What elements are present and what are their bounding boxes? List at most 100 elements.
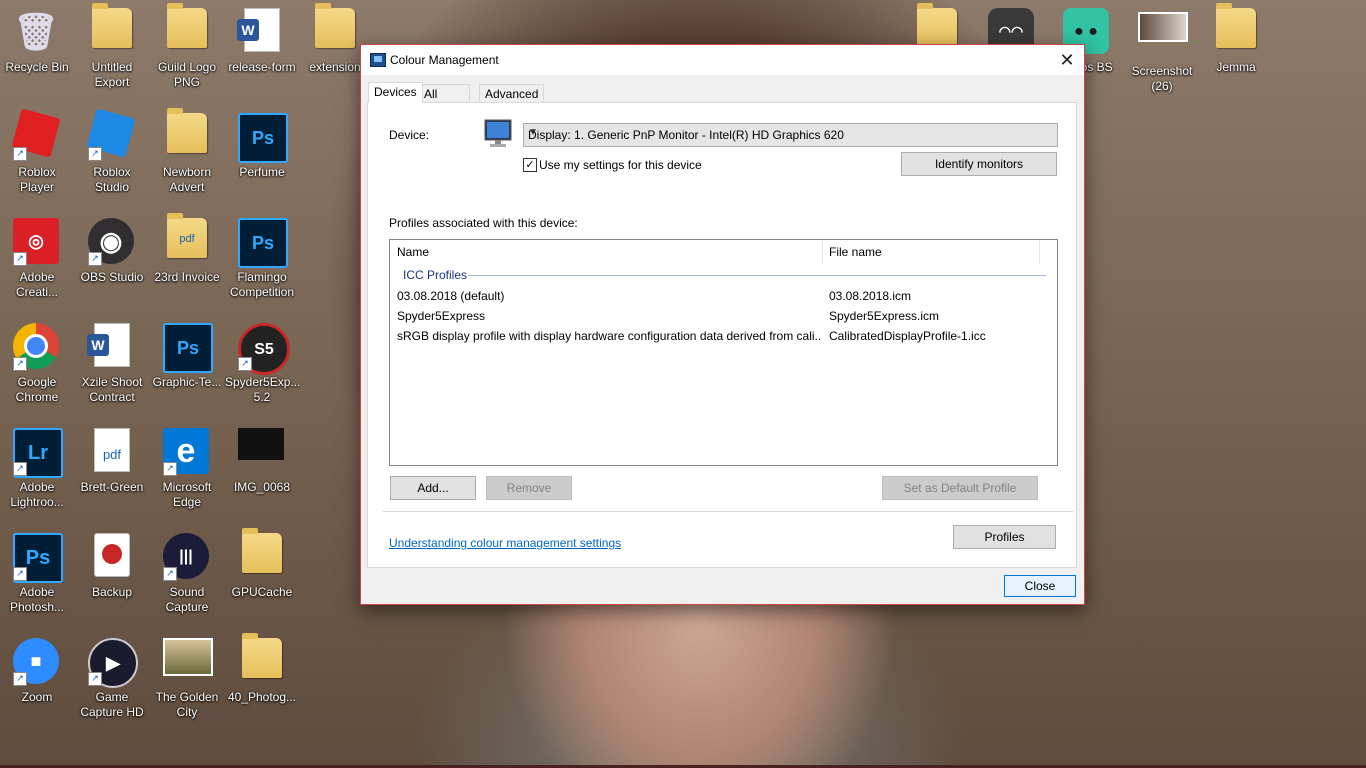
- profiles-associated-label: Profiles associated with this device:: [389, 216, 578, 230]
- roblox-icon: ↗: [11, 108, 61, 161]
- table-row[interactable]: sRGB display profile with display hardwa…: [390, 326, 1055, 346]
- desktop-icon-photoshop[interactable]: Ps ↗ Adobe Photosh...: [0, 525, 74, 615]
- column-header-name[interactable]: Name: [397, 240, 429, 264]
- monitor-icon: [484, 119, 512, 149]
- tab-devices[interactable]: Devices: [368, 82, 423, 103]
- device-select[interactable]: Display: 1. Generic PnP Monitor - Intel(…: [523, 123, 1058, 147]
- window-title: Colour Management: [390, 53, 499, 67]
- desktop-icon-flamingo[interactable]: Ps Flamingo Competition: [225, 210, 299, 300]
- desktop-icon-roblox-studio[interactable]: ↗ Roblox Studio: [75, 105, 149, 195]
- desktop-icon-zoom[interactable]: ■ ↗ Zoom: [0, 630, 74, 705]
- word-doc-icon: W: [87, 323, 136, 371]
- psd-icon: Ps: [163, 323, 213, 373]
- profile-name: Spyder5Express: [397, 309, 486, 323]
- folder-icon: [88, 3, 136, 56]
- desktop-icon-recycle-bin[interactable]: 🗑 Recycle Bin: [0, 0, 74, 75]
- photoshop-icon: Ps ↗: [13, 533, 63, 583]
- identify-monitors-button[interactable]: Identify monitors: [901, 152, 1057, 176]
- group-divider: [468, 275, 1046, 276]
- use-settings-label[interactable]: Use my settings for this device: [539, 158, 702, 172]
- close-icon[interactable]: ✕: [1056, 49, 1078, 71]
- folder-icon: [163, 108, 211, 161]
- profile-file: CalibratedDisplayProfile-1.icc: [829, 329, 986, 343]
- group-header-icc-profiles[interactable]: ICC Profiles: [403, 268, 467, 282]
- edge-icon: e ↗: [163, 428, 211, 476]
- desktop-icon-img-0068[interactable]: IMG_0068: [225, 420, 299, 495]
- remove-button[interactable]: Remove: [486, 476, 572, 500]
- table-row[interactable]: 03.08.2018 (default) 03.08.2018.icm: [390, 286, 1055, 306]
- desktop-icon-golden-city[interactable]: The Golden City: [150, 630, 224, 720]
- obs-icon: ◉ ↗: [88, 218, 136, 266]
- sound-capture-icon: ||| ↗: [163, 533, 211, 581]
- desktop-icon-perfume[interactable]: Ps Perfume: [225, 105, 299, 180]
- devices-panel: Device: Display: 1. Generic PnP Monitor …: [367, 102, 1077, 568]
- set-default-profile-button[interactable]: Set as Default Profile: [882, 476, 1038, 500]
- profiles-list[interactable]: Name File name ICC Profiles 03.08.2018 (…: [389, 239, 1058, 466]
- folder-icon: [311, 3, 359, 56]
- desktop-icon-guild-logo[interactable]: Guild Logo PNG: [150, 0, 224, 90]
- profiles-button[interactable]: Profiles: [953, 525, 1056, 549]
- tab-all-profiles[interactable]: All Profiles: [418, 84, 471, 119]
- desktop-icon-adobe-cc[interactable]: ◎ ↗ Adobe Creati...: [0, 210, 74, 300]
- image-icon: [238, 428, 286, 476]
- desktop-icon-game-capture[interactable]: ▶ ↗ Game Capture HD: [75, 630, 149, 720]
- desktop-icon-23rd-invoice[interactable]: pdf 23rd Invoice: [150, 210, 224, 285]
- column-header-file-name[interactable]: File name: [829, 240, 882, 264]
- profile-name: sRGB display profile with display hardwa…: [397, 329, 822, 343]
- divider: [383, 511, 1073, 512]
- column-separator: [822, 240, 823, 264]
- roblox-studio-icon: ↗: [86, 108, 136, 161]
- folder-icon: [163, 3, 211, 56]
- chevron-down-icon: ▼: [528, 127, 538, 138]
- understanding-colour-link[interactable]: Understanding colour management settings: [389, 536, 621, 550]
- column-separator: [1039, 240, 1040, 264]
- image-icon: [163, 638, 213, 686]
- desktop-icon-graphic-te[interactable]: Ps Graphic-Te...: [150, 315, 224, 390]
- folder-icon: [1212, 3, 1260, 56]
- pdf-icon: pdf: [163, 213, 211, 266]
- desktop-icon-sound-capture[interactable]: ||| ↗ Sound Capture: [150, 525, 224, 615]
- desktop-icon-brett-green[interactable]: pdf Brett-Green: [75, 420, 149, 495]
- profile-file: Spyder5Express.icm: [829, 309, 940, 323]
- colour-management-dialog: Colour Management ✕ Devices All Profiles…: [360, 44, 1085, 605]
- desktop-icon-release-form[interactable]: W release-form: [225, 0, 299, 75]
- desktop-icon-screenshot-26[interactable]: Screenshot (26): [1125, 0, 1199, 94]
- spyder-icon: S5 ↗: [238, 323, 290, 375]
- desktop-icon-backup[interactable]: Backup: [75, 525, 149, 600]
- desktop-icon-40-photog[interactable]: 40_Photog...: [225, 630, 299, 705]
- desktop-icon-gpucache[interactable]: GPUCache: [225, 525, 299, 600]
- backup-icon: [88, 533, 136, 581]
- colour-management-icon: [370, 53, 386, 67]
- image-icon: [1138, 12, 1188, 60]
- device-label: Device:: [389, 128, 430, 142]
- game-capture-icon: ▶ ↗: [88, 638, 138, 688]
- psd-icon: Ps: [238, 218, 288, 268]
- use-settings-checkbox[interactable]: ✓: [523, 158, 537, 172]
- title-bar[interactable]: Colour Management ✕: [361, 45, 1084, 75]
- tab-advanced[interactable]: Advanced: [479, 84, 545, 103]
- desktop-icon-untitled-export[interactable]: Untitled Export: [75, 0, 149, 90]
- desktop-icon-jemma[interactable]: Jemma: [1199, 0, 1273, 75]
- adobe-cc-icon: ◎ ↗: [13, 218, 61, 266]
- desktop-icon-lightroom[interactable]: Lr ↗ Adobe Lightroo...: [0, 420, 74, 510]
- close-button[interactable]: Close: [1004, 575, 1076, 597]
- desktop-icon-xzile-contract[interactable]: W Xzile Shoot Contract: [75, 315, 149, 405]
- desktop-icon-spyder5[interactable]: S5 ↗ Spyder5Exp... 5.2: [225, 315, 300, 405]
- lightroom-icon: Lr ↗: [13, 428, 63, 478]
- desktop-icon-edge[interactable]: e ↗ Microsoft Edge: [150, 420, 224, 510]
- profile-name: 03.08.2018 (default): [397, 289, 505, 303]
- psd-icon: Ps: [238, 113, 288, 163]
- profile-file: 03.08.2018.icm: [829, 289, 912, 303]
- folder-icon: [238, 633, 286, 686]
- recycle-bin-icon: 🗑: [13, 10, 59, 52]
- pdf-icon: pdf: [88, 428, 136, 476]
- desktop-icon-obs[interactable]: ◉ ↗ OBS Studio: [75, 210, 149, 285]
- word-doc-icon: W: [237, 8, 286, 56]
- chrome-icon: ↗: [13, 323, 61, 371]
- desktop-icon-newborn-advert[interactable]: Newborn Advert: [150, 105, 224, 195]
- add-button[interactable]: Add...: [390, 476, 476, 500]
- desktop-icon-chrome[interactable]: ↗ Google Chrome: [0, 315, 74, 405]
- table-row[interactable]: Spyder5Express Spyder5Express.icm: [390, 306, 1055, 326]
- folder-icon: [238, 528, 286, 581]
- desktop-icon-roblox-player[interactable]: ↗ Roblox Player: [0, 105, 74, 195]
